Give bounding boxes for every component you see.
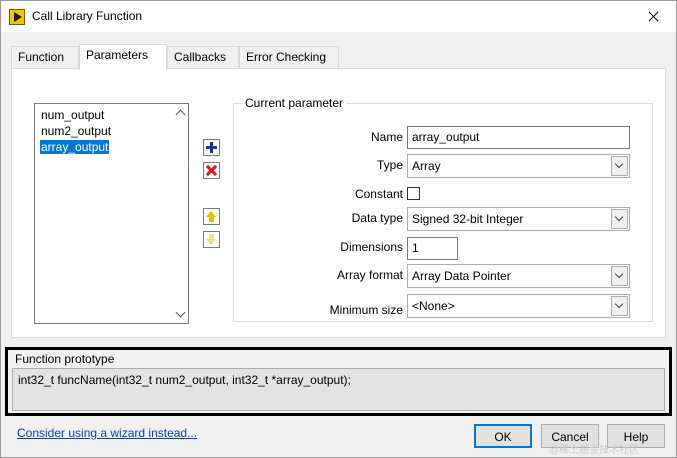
list-item-selected[interactable]: array_output bbox=[40, 140, 110, 154]
tab-error-checking[interactable]: Error Checking bbox=[239, 46, 339, 69]
function-prototype-section: Function prototype int32_t funcName(int3… bbox=[5, 347, 672, 416]
constant-label: Constant bbox=[354, 187, 403, 201]
labview-run-icon bbox=[9, 9, 25, 25]
chevron-down-icon[interactable] bbox=[611, 209, 628, 229]
parameters-tab-panel: num_output num2_output array_output Curr… bbox=[11, 68, 666, 338]
wizard-link[interactable]: Consider using a wizard instead... bbox=[17, 426, 197, 440]
chevron-down-icon[interactable] bbox=[611, 296, 628, 316]
dimensions-field[interactable]: 1 bbox=[407, 237, 458, 260]
list-item[interactable]: num_output bbox=[40, 108, 105, 122]
title-bar: Call Library Function bbox=[1, 1, 676, 32]
tab-parameters[interactable]: Parameters bbox=[79, 44, 167, 70]
minimum-size-value: <None> bbox=[412, 299, 455, 313]
move-parameter-up-button[interactable] bbox=[203, 208, 220, 225]
type-value: Array bbox=[412, 159, 441, 173]
close-window-button[interactable] bbox=[630, 1, 676, 32]
chevron-down-icon[interactable] bbox=[611, 156, 628, 176]
data-type-label: Data type bbox=[351, 211, 403, 225]
tab-function[interactable]: Function bbox=[11, 46, 79, 69]
constant-checkbox[interactable] bbox=[407, 187, 420, 200]
array-format-label: Array format bbox=[336, 268, 403, 282]
current-parameter-group: Current parameter Name array_output Type… bbox=[233, 96, 653, 322]
move-parameter-down-button[interactable] bbox=[203, 231, 220, 248]
window-title: Call Library Function bbox=[32, 9, 143, 23]
scroll-up-arrow-icon[interactable] bbox=[176, 108, 185, 117]
type-dropdown[interactable]: Array bbox=[407, 154, 630, 178]
arrow-down-icon bbox=[206, 234, 217, 245]
list-item[interactable]: num2_output bbox=[40, 124, 112, 138]
tab-callbacks[interactable]: Callbacks bbox=[167, 46, 239, 69]
scroll-down-arrow-icon[interactable] bbox=[176, 310, 185, 319]
group-title: Current parameter bbox=[242, 96, 347, 110]
remove-parameter-button[interactable] bbox=[203, 162, 220, 179]
parameter-list[interactable]: num_output num2_output array_output bbox=[34, 103, 189, 324]
name-label: Name bbox=[370, 130, 403, 144]
name-field[interactable]: array_output bbox=[407, 126, 630, 149]
array-format-value: Array Data Pointer bbox=[412, 269, 511, 283]
add-parameter-button[interactable] bbox=[203, 139, 220, 156]
data-type-dropdown[interactable]: Signed 32-bit Integer bbox=[407, 207, 630, 231]
dimensions-label: Dimensions bbox=[340, 240, 403, 254]
minimum-size-label: Minimum size bbox=[329, 303, 403, 317]
chevron-down-icon[interactable] bbox=[611, 266, 628, 286]
minimum-size-dropdown[interactable]: <None> bbox=[407, 294, 630, 318]
type-label: Type bbox=[376, 158, 403, 172]
watermark: @稀土掘金技术社区 bbox=[549, 445, 640, 456]
function-prototype-label: Function prototype bbox=[15, 352, 115, 366]
call-library-function-dialog: Call Library Function Function Parameter… bbox=[0, 0, 677, 458]
array-format-dropdown[interactable]: Array Data Pointer bbox=[407, 264, 630, 288]
ok-button[interactable]: OK bbox=[474, 424, 532, 448]
arrow-up-icon bbox=[206, 211, 217, 222]
data-type-value: Signed 32-bit Integer bbox=[412, 212, 524, 226]
function-prototype-text: int32_t funcName(int32_t num2_output, in… bbox=[12, 368, 665, 411]
